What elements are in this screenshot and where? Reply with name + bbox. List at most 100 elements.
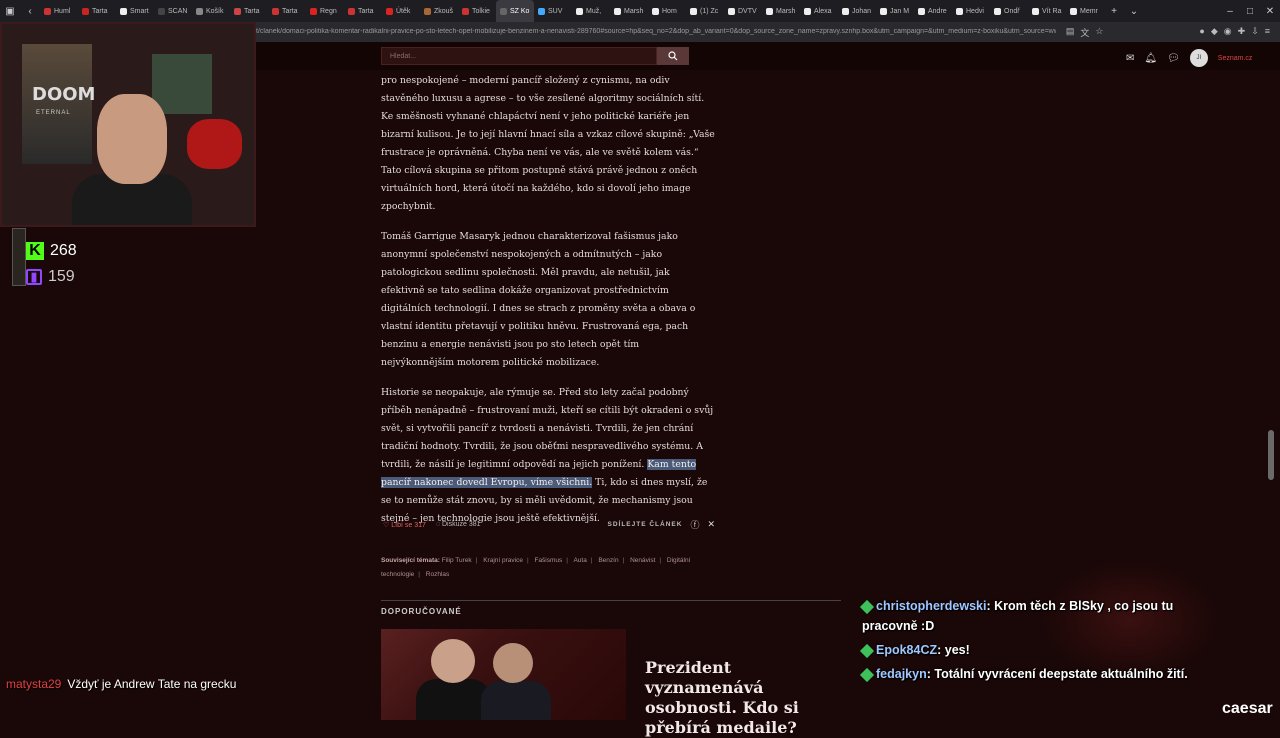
addon-icon[interactable]: ◉ bbox=[1224, 26, 1232, 39]
browser-tab[interactable]: (1) Zc bbox=[686, 0, 724, 22]
browser-tab[interactable]: Útěk bbox=[382, 0, 420, 22]
chat-user: fedajkyn bbox=[876, 667, 927, 681]
bookmark-icon[interactable]: ☆ bbox=[1095, 26, 1103, 39]
translate-icon[interactable]: 文 bbox=[1080, 26, 1089, 39]
like-button[interactable]: ♡ Líbí se 317 bbox=[383, 521, 426, 529]
tab-list-chevron-icon[interactable]: ⌄ bbox=[1124, 6, 1144, 17]
kick-stat: K 268 bbox=[26, 238, 77, 264]
minimize-button[interactable]: – bbox=[1220, 6, 1240, 17]
chat-text: Totální vyvrácení deepstate aktuálního ž… bbox=[934, 667, 1188, 681]
discussion-button[interactable]: ◌ Diskuze 381 bbox=[436, 521, 481, 528]
browser-tab[interactable]: Tarta bbox=[230, 0, 268, 22]
maximize-button[interactable]: □ bbox=[1240, 6, 1260, 17]
paragraph-text: Historie se neopakuje, ale rýmuje se. Př… bbox=[381, 387, 714, 470]
search-button[interactable] bbox=[657, 47, 689, 65]
browser-tab[interactable]: Tarta bbox=[344, 0, 382, 22]
account-icon[interactable]: ● bbox=[1199, 26, 1204, 39]
browser-tab[interactable]: Smart bbox=[116, 0, 154, 22]
browser-tab[interactable]: Johan bbox=[838, 0, 876, 22]
url-text[interactable]: t/clanek/domaci-politika-komentar-radika… bbox=[256, 28, 1056, 35]
tab-favicon-icon bbox=[272, 7, 279, 15]
avatar[interactable]: JI bbox=[1189, 49, 1208, 67]
browser-tab[interactable]: Andre bbox=[914, 0, 952, 22]
tab-label: DVTV bbox=[738, 7, 757, 15]
related-topic-link[interactable]: Krajní pravice bbox=[483, 557, 523, 564]
browser-tab[interactable]: Muž, bbox=[572, 0, 610, 22]
reader-view-icon[interactable]: ▤ bbox=[1066, 26, 1075, 39]
tab-label: Vít Ra bbox=[1042, 7, 1062, 15]
extension-icon[interactable]: ◆ bbox=[1211, 26, 1218, 39]
left-chat-message: matysta29 Vždyť je Andrew Tate na grecku bbox=[6, 677, 236, 691]
browser-tab[interactable]: SZ Ko bbox=[496, 0, 534, 22]
tab-label: Tarta bbox=[244, 7, 260, 15]
red-hat bbox=[187, 119, 242, 169]
tab-favicon-icon bbox=[310, 7, 317, 15]
related-topic-link[interactable]: Filip Turek bbox=[442, 557, 472, 564]
twitch-icon: ▮ bbox=[26, 269, 42, 285]
related-topic-link[interactable]: Benzín bbox=[598, 557, 618, 564]
search-input[interactable]: Hledat... bbox=[381, 47, 657, 65]
browser-tab[interactable]: Tolkie bbox=[458, 0, 496, 22]
extensions-icon[interactable]: ✚ bbox=[1238, 26, 1246, 39]
browser-tab[interactable]: Memr bbox=[1066, 0, 1104, 22]
notification-bell-icon[interactable]: 🔔︎ bbox=[1144, 53, 1157, 64]
browser-tab[interactable]: SUV bbox=[534, 0, 572, 22]
menu-icon[interactable]: ≡ bbox=[1265, 26, 1270, 39]
recommended-image[interactable] bbox=[381, 629, 626, 720]
tab-label: Muž, bbox=[586, 7, 602, 15]
tab-label: Hom bbox=[662, 7, 677, 15]
downloads-icon[interactable]: ⇩ bbox=[1251, 26, 1259, 39]
recommended-title[interactable]: Prezident vyznamenává osobnosti. Kdo si … bbox=[645, 658, 855, 738]
browser-tab[interactable]: Ondř bbox=[990, 0, 1028, 22]
related-topic-link[interactable]: Nenávist bbox=[630, 557, 655, 564]
close-window-button[interactable]: ✕ bbox=[1260, 6, 1280, 17]
browser-tab[interactable]: Tarta bbox=[78, 0, 116, 22]
tab-label: Ondř bbox=[1004, 7, 1020, 15]
browser-tab[interactable]: Marsh bbox=[610, 0, 648, 22]
browser-tab[interactable]: Hedvi bbox=[952, 0, 990, 22]
browser-tab[interactable]: DVTV bbox=[724, 0, 762, 22]
browser-tab[interactable]: Vít Ra bbox=[1028, 0, 1066, 22]
new-tab-button[interactable]: + bbox=[1104, 6, 1124, 17]
browser-tab[interactable]: Alexa bbox=[800, 0, 838, 22]
header-icons: ✉ 🔔︎ 💬︎ JI Seznam.cz bbox=[1126, 49, 1252, 67]
tab-label: Alexa bbox=[814, 7, 832, 15]
browser-tab[interactable]: Marsh bbox=[762, 0, 800, 22]
facebook-icon[interactable]: ⓕ bbox=[690, 518, 699, 531]
browser-tab[interactable]: Huml bbox=[40, 0, 78, 22]
browser-tab[interactable]: SCAN bbox=[154, 0, 192, 22]
browser-tab[interactable]: Tarta bbox=[268, 0, 306, 22]
mail-icon[interactable]: ✉ bbox=[1126, 53, 1134, 64]
related-label: Související témata: bbox=[381, 557, 440, 564]
browser-tab[interactable]: Košík bbox=[192, 0, 230, 22]
tab-label: Marsh bbox=[776, 7, 796, 15]
tab-favicon-icon bbox=[348, 7, 355, 15]
like-count: Líbí se 317 bbox=[391, 521, 426, 529]
tab-favicon-icon bbox=[766, 7, 773, 15]
kick-icon: K bbox=[26, 242, 44, 260]
browser-tab[interactable]: Zkouš bbox=[420, 0, 458, 22]
channel-tag: caesar bbox=[1222, 700, 1273, 717]
browser-tab[interactable]: Hom bbox=[648, 0, 686, 22]
tab-label: Johan bbox=[852, 7, 872, 15]
brand-link[interactable]: Seznam.cz bbox=[1218, 55, 1253, 62]
badge-icon bbox=[859, 599, 875, 614]
tab-label: Tolkie bbox=[472, 7, 490, 15]
browser-tab[interactable]: Regn bbox=[306, 0, 344, 22]
related-topic-link[interactable]: Rozhlas bbox=[426, 571, 449, 578]
tab-scroll-left-icon[interactable]: ‹ bbox=[20, 6, 40, 17]
tab-favicon-icon bbox=[158, 7, 165, 15]
tab-label: Jan M bbox=[890, 7, 910, 15]
browser-tab[interactable]: Jan M bbox=[876, 0, 914, 22]
related-topic-link[interactable]: Auta bbox=[573, 557, 586, 564]
tab-favicon-icon bbox=[538, 7, 545, 15]
related-topic-link[interactable]: Fašismus bbox=[534, 557, 562, 564]
viewer-stats: K 268 ▮ 159 bbox=[26, 238, 77, 290]
tab-label: SZ Ko bbox=[510, 7, 530, 15]
page-scrollbar[interactable] bbox=[1268, 430, 1274, 480]
tab-label: SUV bbox=[548, 7, 563, 15]
tab-favicon-icon bbox=[842, 7, 849, 15]
chat-bubble-icon[interactable]: 💬︎ bbox=[1167, 53, 1180, 64]
tab-overview-icon[interactable]: ▣ bbox=[0, 6, 20, 17]
x-icon[interactable]: ✕ bbox=[707, 519, 715, 530]
